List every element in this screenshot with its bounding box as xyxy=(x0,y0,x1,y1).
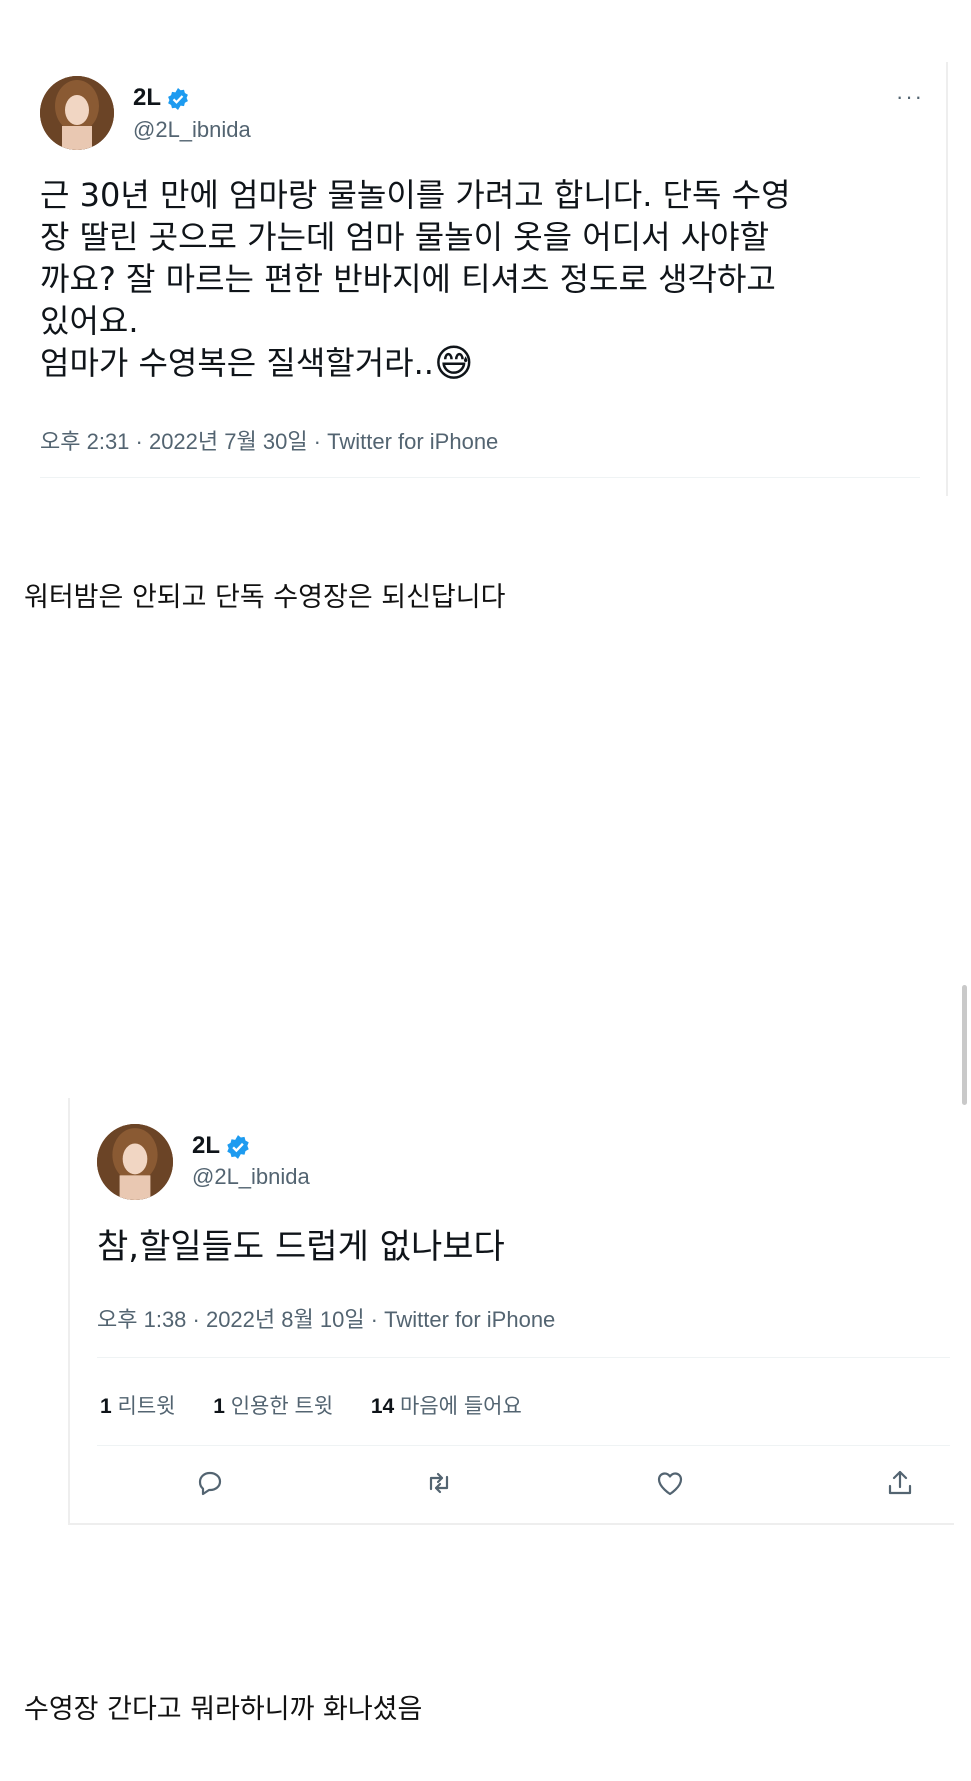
card-border xyxy=(946,62,948,496)
scrollbar-thumb[interactable] xyxy=(962,985,967,1105)
tweet-timestamp[interactable]: 오후 1:38 · 2022년 8월 10일 · Twitter for iPh… xyxy=(97,1302,555,1334)
display-name[interactable]: 2L xyxy=(192,1132,220,1159)
retweet-count[interactable]: 1 리트윗 xyxy=(100,1395,176,1418)
divider xyxy=(97,1357,950,1358)
handle[interactable]: @2L_ibnida xyxy=(192,1164,310,1190)
grinning-sweat-emoji-icon: 😅 xyxy=(433,341,474,385)
more-options-icon[interactable]: ··· xyxy=(896,84,924,110)
share-icon[interactable] xyxy=(884,1467,916,1499)
tweet-stats: 1 리트윗 1 인용한 트윗 14 마음에 들어요 xyxy=(100,1390,522,1420)
caption-text: 수영장 간다고 뭐라하니까 화나셨음 xyxy=(24,1694,423,1725)
caption-text: 워터밤은 안되고 단독 수영장은 되신답니다 xyxy=(24,582,506,613)
tweet-text: 참,할일들도 드럽게 없나보다 xyxy=(97,1227,505,1267)
display-name[interactable]: 2L xyxy=(133,84,161,111)
like-icon[interactable] xyxy=(654,1467,686,1499)
divider xyxy=(97,1445,950,1446)
avatar[interactable] xyxy=(97,1124,173,1200)
tweet-timestamp[interactable]: 오후 2:31 · 2022년 7월 30일 · Twitter for iPh… xyxy=(40,424,498,456)
handle[interactable]: @2L_ibnida xyxy=(133,117,251,143)
avatar[interactable] xyxy=(40,76,114,150)
retweet-icon[interactable] xyxy=(423,1467,455,1499)
like-count[interactable]: 14 마음에 들어요 xyxy=(371,1395,522,1418)
reply-icon[interactable] xyxy=(194,1467,226,1499)
tweet-card-1: 2L @2L_ibnida ··· 근 30년 만에 엄마랑 물놀이를 가려고 … xyxy=(0,0,971,500)
verified-badge-icon xyxy=(166,87,190,115)
verified-badge-icon xyxy=(225,1134,251,1164)
tweet-text: 근 30년 만에 엄마랑 물놀이를 가려고 합니다. 단독 수영 장 딸린 곳으… xyxy=(40,176,791,382)
quote-count[interactable]: 1 인용한 트윗 xyxy=(213,1395,333,1418)
divider xyxy=(40,477,920,478)
